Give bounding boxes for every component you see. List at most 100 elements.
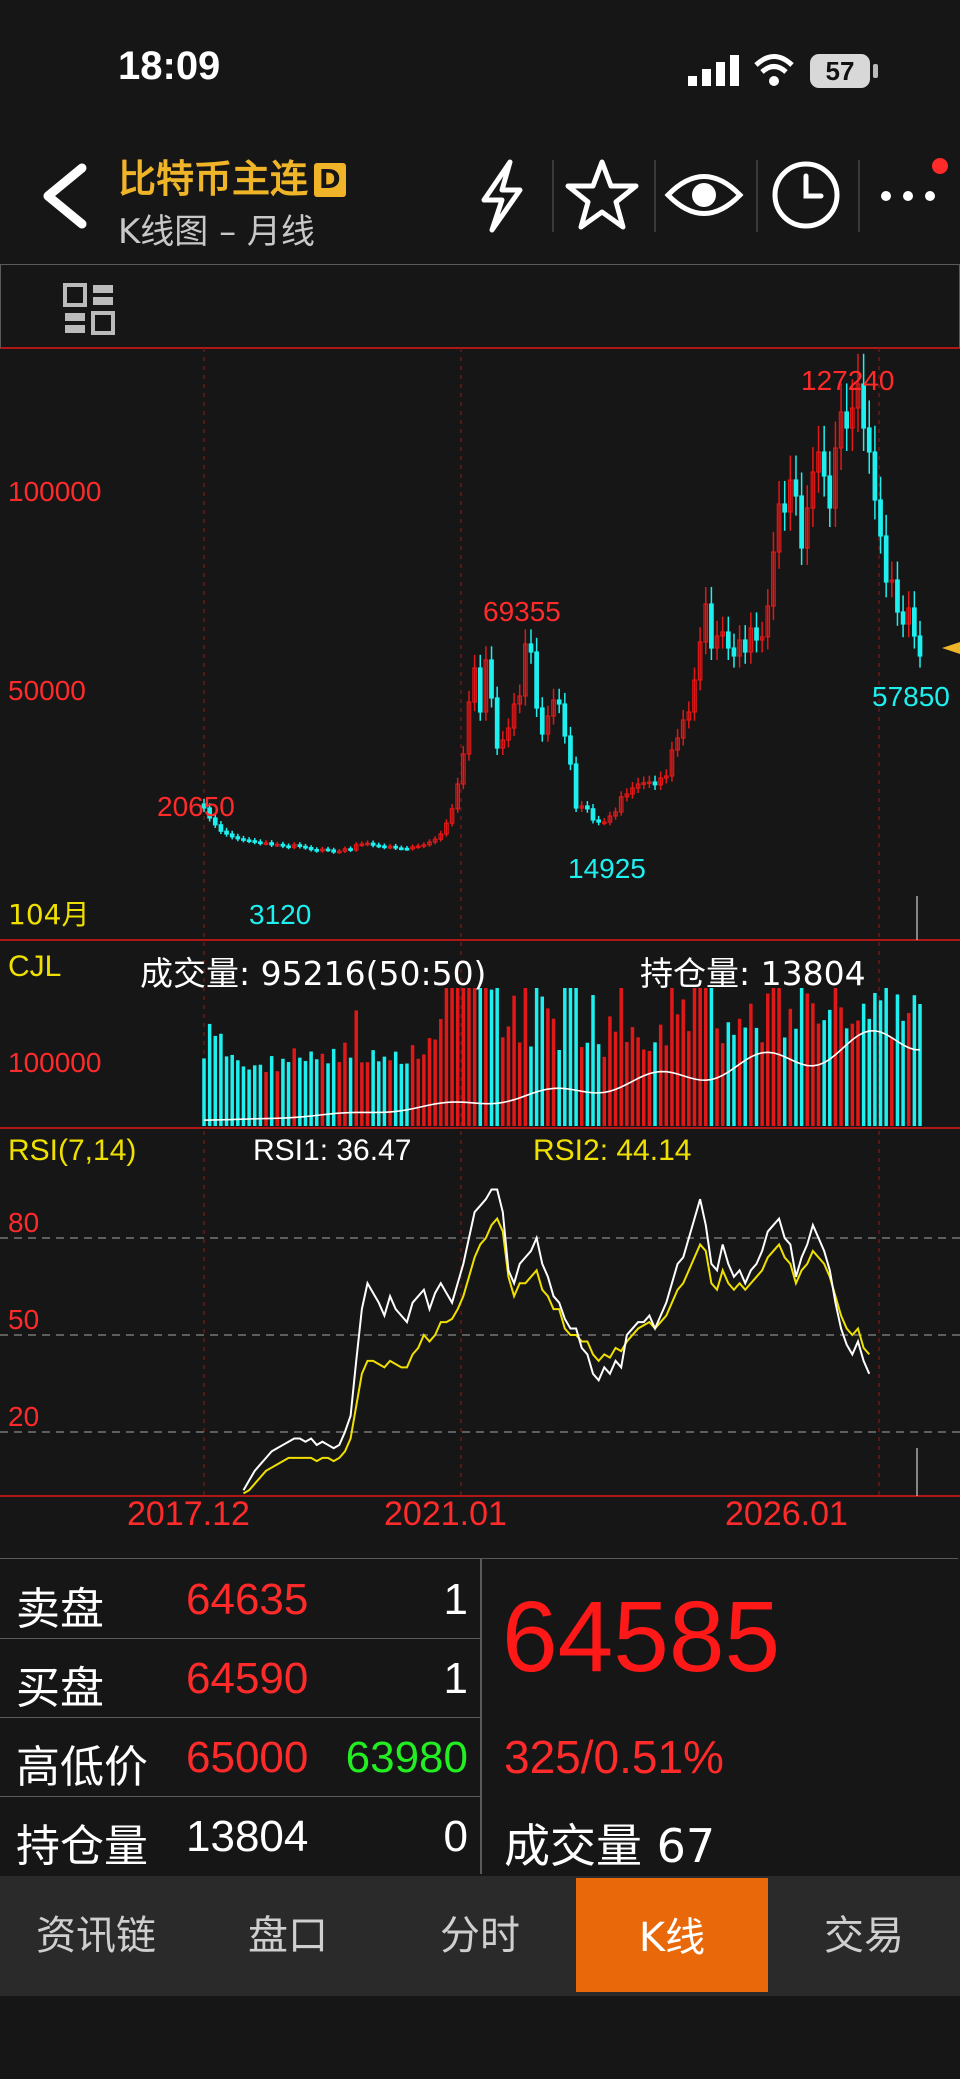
grid-layout-icon[interactable] <box>61 281 117 337</box>
bid-label: 买盘 <box>16 1663 104 1714</box>
volume-bar <box>839 1007 843 1126</box>
volume-bar <box>484 988 488 1126</box>
volume-bar <box>670 988 674 1126</box>
volume-bar <box>365 1062 370 1126</box>
volume-bar <box>653 1042 657 1126</box>
quote-divider <box>480 1558 482 1874</box>
volume-bar <box>433 1039 437 1126</box>
back-icon[interactable] <box>30 150 100 240</box>
rsi-level: 80 <box>8 1207 39 1238</box>
rsi-level: 50 <box>8 1304 39 1335</box>
volume-bar <box>523 988 528 1126</box>
open-interest-text: 持仓量: 13804 <box>640 954 866 993</box>
volume-bar <box>517 1042 522 1126</box>
bid-size: 1 <box>443 1654 468 1703</box>
candle-body <box>297 844 303 847</box>
annotation-low: 3120 <box>249 899 311 930</box>
ask-label: 卖盘 <box>16 1584 104 1635</box>
candle-body <box>308 847 314 851</box>
rsi-level: 20 <box>8 1401 39 1432</box>
volume-bars <box>202 988 922 1126</box>
lightning-icon[interactable] <box>462 150 542 240</box>
volume-bar <box>890 1037 894 1126</box>
volume-bar <box>788 1008 793 1126</box>
annotation-high: 127240 <box>801 365 894 396</box>
volume-bar <box>292 1048 296 1126</box>
ask-row: 卖盘 64635 1 <box>0 1559 480 1639</box>
volume-bar <box>709 988 714 1126</box>
tab-intraday[interactable]: 分时 <box>384 1876 576 1996</box>
x-axis-label: 2021.01 <box>384 1495 507 1528</box>
candle-body <box>883 535 889 583</box>
volume-bar <box>766 993 770 1126</box>
volume-bar <box>613 1031 618 1126</box>
candle-body <box>246 839 252 843</box>
annotation-last: 57850 <box>872 681 950 712</box>
volume-bar <box>534 988 539 1126</box>
candle-body <box>348 848 353 851</box>
volume-bar <box>647 1050 652 1126</box>
volume-bar <box>399 1063 404 1126</box>
clock-icon[interactable] <box>766 150 846 240</box>
tab-news[interactable]: 资讯链 <box>0 1876 192 1996</box>
high-low-row: 高低价 65000 63980 <box>0 1717 480 1797</box>
volume-bar <box>298 1057 302 1126</box>
star-icon[interactable] <box>562 150 642 240</box>
tab-orderbook[interactable]: 盘口 <box>192 1876 384 1996</box>
header-divider <box>654 160 656 232</box>
volume-bar <box>568 988 573 1126</box>
volume-bar <box>574 988 578 1126</box>
candle-body <box>241 838 246 841</box>
candle-body <box>494 697 500 749</box>
candle-body <box>872 451 878 501</box>
candle-body <box>370 842 376 846</box>
volume-bar <box>388 1060 392 1126</box>
volume-text: 成交量: 95216(50:50) <box>140 954 486 993</box>
volume-bar <box>698 988 702 1126</box>
volume-bar <box>878 1000 883 1126</box>
page-subtitle: K线图 – 月线 <box>118 212 315 252</box>
eye-icon[interactable] <box>664 150 744 240</box>
volume-bar <box>912 995 917 1126</box>
volume-bar <box>585 1042 590 1126</box>
volume-bar <box>202 1058 206 1126</box>
candle-body <box>709 603 714 649</box>
tab-trade[interactable]: 交易 <box>768 1876 960 1996</box>
volume-bar <box>377 1061 381 1126</box>
volume-bar <box>478 988 482 1126</box>
candle-body <box>382 845 387 849</box>
volume-bar <box>777 988 781 1126</box>
volume-bar <box>416 1058 420 1126</box>
volume-bar <box>512 995 516 1126</box>
volume-bar <box>799 988 804 1126</box>
volume-bar <box>444 988 449 1126</box>
open-interest-label: 持仓量 <box>16 1821 148 1872</box>
volume-bar <box>754 1027 759 1126</box>
candle-body <box>398 847 404 851</box>
volume-bar <box>822 1020 826 1126</box>
volume-bar <box>213 1035 218 1126</box>
volume-bar <box>906 1012 911 1126</box>
volume-bar <box>326 1063 330 1126</box>
volume-bar <box>219 1033 223 1126</box>
volume-bar <box>811 1003 815 1126</box>
kline-chart[interactable]: 100000 50000 104月 20650 3120 69355 14925… <box>0 348 960 1528</box>
rsi1-line <box>242 1188 871 1491</box>
trade-volume: 成交量 67 <box>504 1819 716 1873</box>
rsi2-line <box>242 1216 871 1495</box>
candle-body <box>229 833 235 838</box>
candle-body <box>393 845 399 849</box>
volume-bar <box>286 1062 291 1126</box>
more-icon[interactable] <box>870 150 950 240</box>
low-price: 63980 <box>345 1733 468 1782</box>
tab-kline[interactable]: K线 <box>576 1878 768 1992</box>
rsi2-value: RSI2: 44.14 <box>533 1134 691 1167</box>
rsi-label: RSI(7,14) <box>8 1134 136 1167</box>
volume-bar <box>591 995 595 1126</box>
volume-bar <box>828 1009 832 1126</box>
candle-body <box>590 808 596 821</box>
volume-bar <box>529 1046 533 1126</box>
volume-bar <box>354 1010 358 1126</box>
volume-bar <box>269 1056 274 1126</box>
page-title[interactable]: 比特币主连 D <box>118 148 346 203</box>
